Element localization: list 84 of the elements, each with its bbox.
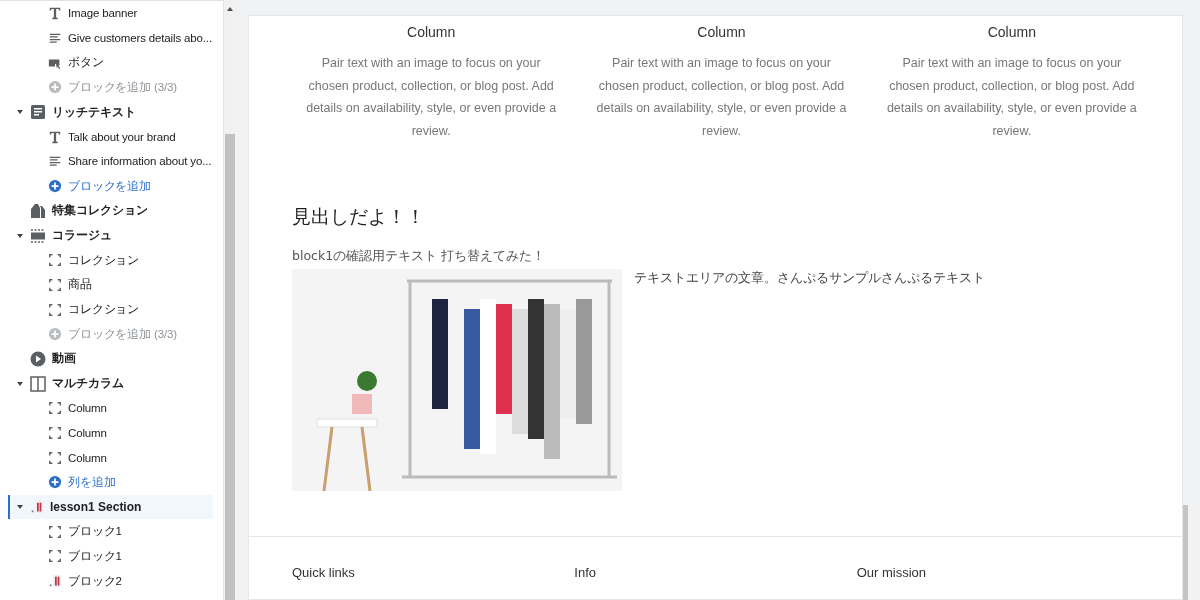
play-icon — [30, 350, 46, 367]
footer-heading: Our mission — [856, 565, 927, 580]
frame-icon — [48, 401, 62, 416]
block-label: コレクション — [68, 252, 140, 268]
sidebar-block[interactable]: 商品 — [8, 272, 223, 298]
sidebar-section[interactable]: マルチカラム — [8, 371, 213, 396]
frame-icon — [48, 426, 62, 441]
plus-circle-icon — [48, 80, 62, 95]
frame-icon — [48, 549, 62, 564]
add-block-link[interactable]: ブロックを追加 — [8, 173, 223, 199]
section-heading: 見出しだよ！！ — [292, 204, 426, 229]
frame-icon — [48, 450, 62, 465]
block-label: Share information about yo... — [68, 155, 212, 168]
caret-icon[interactable] — [17, 110, 23, 115]
sidebar-block[interactable]: ブロック1 — [8, 544, 223, 569]
block-label: Image banner — [68, 7, 138, 20]
paragraph-icon — [48, 31, 62, 46]
sidebar-section[interactable]: 特集コレクション — [8, 198, 213, 224]
tag-icon — [30, 202, 46, 219]
block-label: ボタン — [68, 55, 104, 71]
block-label: Column — [68, 402, 107, 415]
block-text: block1の確認用テキスト 打ち替えてみた！ — [292, 248, 547, 265]
column-title: Column — [986, 24, 1037, 40]
section-label: コラージュ — [52, 227, 112, 245]
sidebar-block[interactable]: Column — [8, 445, 223, 471]
plus-circle-icon — [48, 475, 62, 490]
block-label: Column — [68, 427, 107, 440]
caret-icon[interactable] — [17, 505, 23, 510]
sidebar-block[interactable]: Column — [8, 420, 223, 446]
section-label: 動画 — [52, 350, 76, 368]
sidebar-block[interactable]: コレクション — [8, 247, 223, 273]
sidebar-section[interactable]: コラージュ — [8, 223, 213, 248]
sidebar-section[interactable]: 動画 — [8, 346, 213, 372]
frame-icon — [48, 524, 62, 539]
block-label: ブロック1 — [68, 524, 122, 540]
plus-circle-icon — [48, 327, 62, 342]
columns-icon — [30, 375, 46, 392]
column-text: Pair text with an image to focus on your chosen product, collection, or blog post. Add details on availability, style, or even provide a review. — [305, 55, 558, 140]
text-icon — [48, 6, 62, 21]
footer-heading: Info — [574, 565, 597, 580]
block-label: ブロック2 — [68, 573, 122, 589]
block-label: Column — [68, 451, 107, 464]
block-label: コレクション — [68, 302, 140, 318]
column-text: Pair text with an image to focus on your chosen product, collection, or blog post. Add details on availability, style, or even provide a review. — [885, 55, 1138, 140]
block-label: Give customers details abo... — [68, 32, 212, 45]
sidebar-block[interactable]: ボタン — [8, 50, 223, 76]
block-label: 商品 — [68, 277, 92, 293]
paragraph-icon — [48, 154, 62, 169]
footer-heading: Quick links — [292, 565, 356, 580]
sidebar-block[interactable]: Give customers details abo... — [8, 25, 223, 51]
section-label: マルチカラム — [52, 375, 124, 393]
scroll-up-icon[interactable] — [227, 7, 233, 11]
caret-icon[interactable] — [17, 381, 23, 386]
document-icon — [30, 104, 46, 121]
plus-circle-icon — [48, 179, 62, 194]
text-area-text: テキストエリアの文章。さんぷるサンプルさんぷるテキスト — [634, 269, 985, 287]
column-title: Column — [696, 24, 747, 40]
column-text: Pair text with an image to focus on your chosen product, collection, or blog post. Add details on availability, style, or even provide a review. — [595, 55, 848, 140]
frame-icon — [48, 277, 62, 292]
sidebar-section[interactable]: リッチテキスト — [8, 99, 213, 125]
sidebar-block[interactable]: Column — [8, 396, 223, 421]
preview-scrollbar-thumb[interactable] — [1183, 505, 1188, 600]
add-block-link[interactable]: 列を追加 — [8, 470, 223, 495]
column-title: Column — [406, 24, 457, 40]
sidebar-block[interactable]: Talk about your brand — [8, 124, 223, 150]
frame-icon — [48, 253, 62, 268]
clothes-thumbnail-icon — [48, 574, 62, 589]
block-label: ブロック1 — [68, 548, 122, 564]
caret-icon[interactable] — [17, 233, 23, 238]
sidebar-block[interactable]: ブロック2 — [8, 568, 223, 594]
sidebar-block[interactable]: Image banner — [8, 1, 223, 26]
sidebar-block[interactable]: ブロック1 — [8, 519, 223, 545]
block-label: Talk about your brand — [68, 130, 176, 143]
frame-icon — [48, 302, 62, 317]
clothes-thumbnail-icon — [30, 500, 44, 515]
scrollbar-thumb[interactable] — [225, 134, 235, 600]
sidebar-section[interactable]: lesson1 Section — [8, 494, 213, 520]
sidebar-block[interactable]: コレクション — [8, 297, 223, 322]
sidebar-block[interactable]: Share information about yo... — [8, 149, 223, 174]
section-label: リッチテキスト — [52, 103, 136, 121]
section-label: lesson1 Section — [50, 500, 142, 515]
text-icon — [48, 129, 62, 144]
section-label: 特集コレクション — [52, 202, 148, 220]
collage-icon — [30, 227, 46, 244]
